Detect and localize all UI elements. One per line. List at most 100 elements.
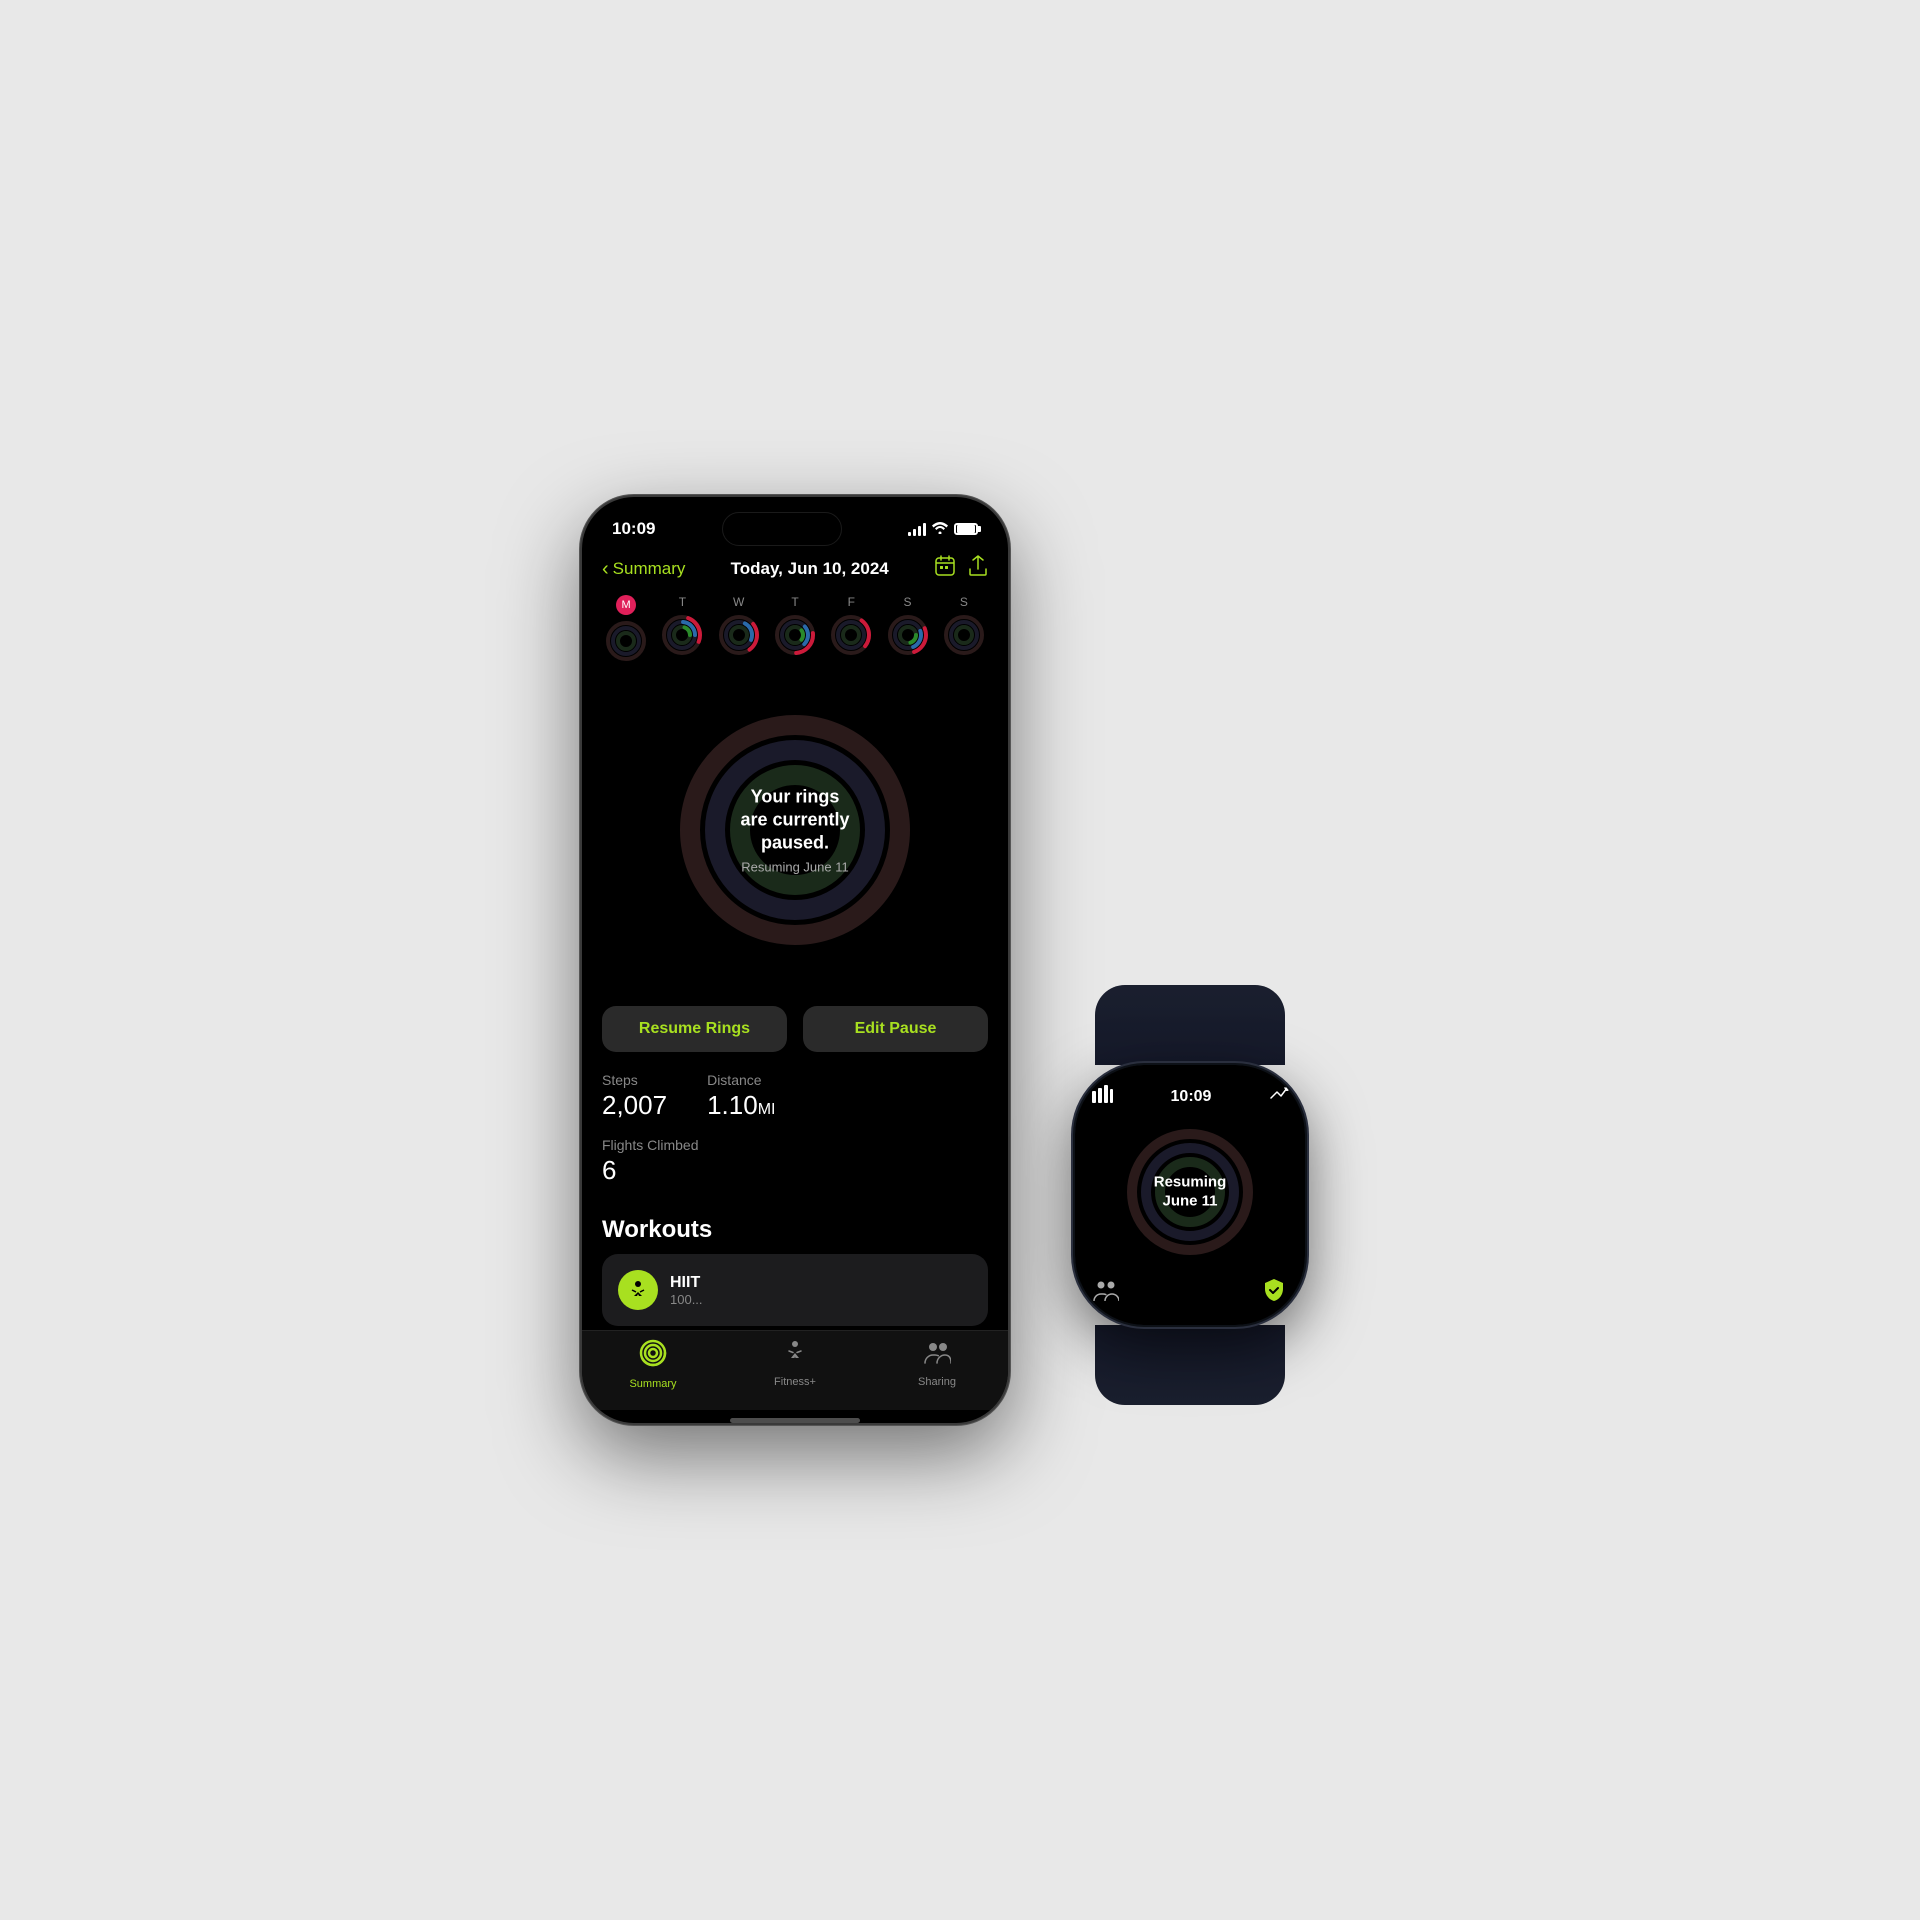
- day-ring-fri: [829, 613, 873, 657]
- day-ring-sun: [942, 613, 986, 657]
- back-label-text: Summary: [613, 559, 686, 579]
- apple-watch-device: 10:09: [1040, 985, 1340, 1345]
- watch-shield-icon[interactable]: [1259, 1275, 1289, 1305]
- distance-value: 1.10MI: [707, 1090, 775, 1121]
- watch-screen: 10:09: [1075, 1065, 1305, 1325]
- workout-detail-hiit: 100...: [670, 1292, 972, 1307]
- watch-time: 10:09: [1171, 1088, 1212, 1106]
- watch-bottom-bar: [1091, 1275, 1289, 1305]
- distance-label: Distance: [707, 1072, 775, 1088]
- day-label-fri: F: [848, 595, 855, 609]
- stats-section: Steps 2,007 Distance 1.10MI Flights Clim…: [582, 1062, 1008, 1212]
- back-button[interactable]: ‹ Summary: [602, 558, 685, 581]
- signal-bar-3: [918, 526, 921, 536]
- day-item-sun[interactable]: S: [942, 595, 986, 663]
- signal-bars-icon: [908, 523, 926, 536]
- signal-bar-4: [923, 523, 926, 536]
- status-icons: [908, 521, 978, 537]
- watch-ring-area: Resuming June 11: [1091, 1116, 1289, 1267]
- day-ring-sat: [886, 613, 930, 657]
- big-ring-container: Your rings are currently paused. Resumin…: [675, 710, 915, 950]
- action-buttons: Resume Rings Edit Pause: [582, 1006, 1008, 1052]
- wifi-icon: [932, 521, 948, 537]
- day-item-sat[interactable]: S: [886, 595, 930, 663]
- signal-bar-2: [913, 529, 916, 536]
- day-item-wed[interactable]: W: [717, 595, 761, 663]
- watch-body: 10:09: [1075, 1065, 1305, 1325]
- day-ring-wed: [717, 613, 761, 657]
- day-item-thu[interactable]: T: [773, 595, 817, 663]
- day-label-monday: M: [616, 595, 636, 615]
- back-chevron-icon: ‹: [602, 558, 609, 581]
- scene: 10:09: [580, 495, 1340, 1425]
- watch-trend-icon: [1269, 1086, 1289, 1107]
- workout-card-hiit[interactable]: HIIT 100...: [602, 1254, 988, 1326]
- watch-band-top: [1095, 985, 1285, 1065]
- flights-stat: Flights Climbed 6: [602, 1137, 698, 1186]
- header-icons: [934, 555, 988, 583]
- workouts-section: Workouts HIIT 100...: [582, 1212, 1008, 1330]
- tab-sharing[interactable]: Sharing: [866, 1339, 1008, 1390]
- day-label-tue: T: [679, 595, 686, 609]
- home-indicator: [730, 1418, 860, 1423]
- header-date: Today, Jun 10, 2024: [731, 559, 889, 579]
- watch-resuming-text: Resuming June 11: [1154, 1172, 1227, 1211]
- day-label-sun: S: [960, 595, 968, 609]
- calendar-icon[interactable]: [934, 555, 956, 583]
- workout-icon-hiit: [618, 1270, 658, 1310]
- resume-rings-label: Resume Rings: [639, 1020, 750, 1037]
- watch-band-bottom: [1095, 1325, 1285, 1405]
- tab-bar: Summary Fitness+: [582, 1330, 1008, 1410]
- tab-summary-label: Summary: [629, 1378, 676, 1390]
- watch-people-icon[interactable]: [1091, 1275, 1121, 1305]
- app-header: ‹ Summary Today, Jun 10, 2024: [582, 547, 1008, 591]
- resume-rings-button[interactable]: Resume Rings: [602, 1006, 787, 1052]
- flights-label: Flights Climbed: [602, 1137, 698, 1153]
- tab-fitness-icon: [782, 1339, 808, 1372]
- rings-area: Your rings are currently paused. Resumin…: [582, 673, 1008, 986]
- iphone-device: 10:09: [580, 495, 1010, 1425]
- steps-value: 2,007: [602, 1090, 667, 1121]
- ring-text-container: Your rings are currently paused. Resumin…: [735, 785, 855, 874]
- watch-chart-icon: [1091, 1085, 1113, 1108]
- watch-status-bar: 10:09: [1091, 1085, 1289, 1108]
- edit-pause-label: Edit Pause: [855, 1020, 937, 1037]
- day-item-monday[interactable]: M: [604, 595, 648, 663]
- tab-summary[interactable]: Summary: [582, 1339, 724, 1390]
- flights-value: 6: [602, 1155, 698, 1186]
- workout-info-hiit: HIIT 100...: [670, 1274, 972, 1307]
- steps-distance-row: Steps 2,007 Distance 1.10MI: [602, 1072, 988, 1121]
- flights-row: Flights Climbed 6: [602, 1137, 988, 1186]
- tab-fitness-plus[interactable]: Fitness+: [724, 1339, 866, 1390]
- day-ring-tue: [660, 613, 704, 657]
- week-row: M T: [582, 595, 1008, 663]
- day-label-sat: S: [904, 595, 912, 609]
- ring-resume-text: Resuming June 11: [735, 859, 855, 874]
- iphone-screen: 10:09: [582, 497, 1008, 1423]
- day-item-tue[interactable]: T: [660, 595, 704, 663]
- share-icon[interactable]: [968, 555, 988, 583]
- steps-stat: Steps 2,007: [602, 1072, 667, 1121]
- day-label-wed: W: [733, 595, 744, 609]
- watch-ring-text: Resuming June 11: [1154, 1172, 1227, 1211]
- tab-sharing-label: Sharing: [918, 1376, 956, 1388]
- tab-sharing-icon: [923, 1339, 951, 1372]
- distance-stat: Distance 1.10MI: [707, 1072, 775, 1121]
- signal-bar-1: [908, 532, 911, 536]
- dynamic-island: [722, 512, 842, 546]
- tab-summary-icon: [639, 1339, 667, 1374]
- status-time: 10:09: [612, 519, 655, 539]
- day-label-thu: T: [791, 595, 798, 609]
- status-bar: 10:09: [582, 497, 1008, 547]
- edit-pause-button[interactable]: Edit Pause: [803, 1006, 988, 1052]
- workouts-title: Workouts: [602, 1216, 988, 1244]
- ring-paused-text: Your rings are currently paused.: [735, 785, 855, 855]
- battery-icon: [954, 523, 978, 535]
- steps-label: Steps: [602, 1072, 667, 1088]
- watch-ring-container: Resuming June 11: [1125, 1127, 1255, 1257]
- tab-fitness-label: Fitness+: [774, 1376, 816, 1388]
- day-ring-thu: [773, 613, 817, 657]
- day-ring-monday: [604, 619, 648, 663]
- workout-name-hiit: HIIT: [670, 1274, 972, 1292]
- day-item-fri[interactable]: F: [829, 595, 873, 663]
